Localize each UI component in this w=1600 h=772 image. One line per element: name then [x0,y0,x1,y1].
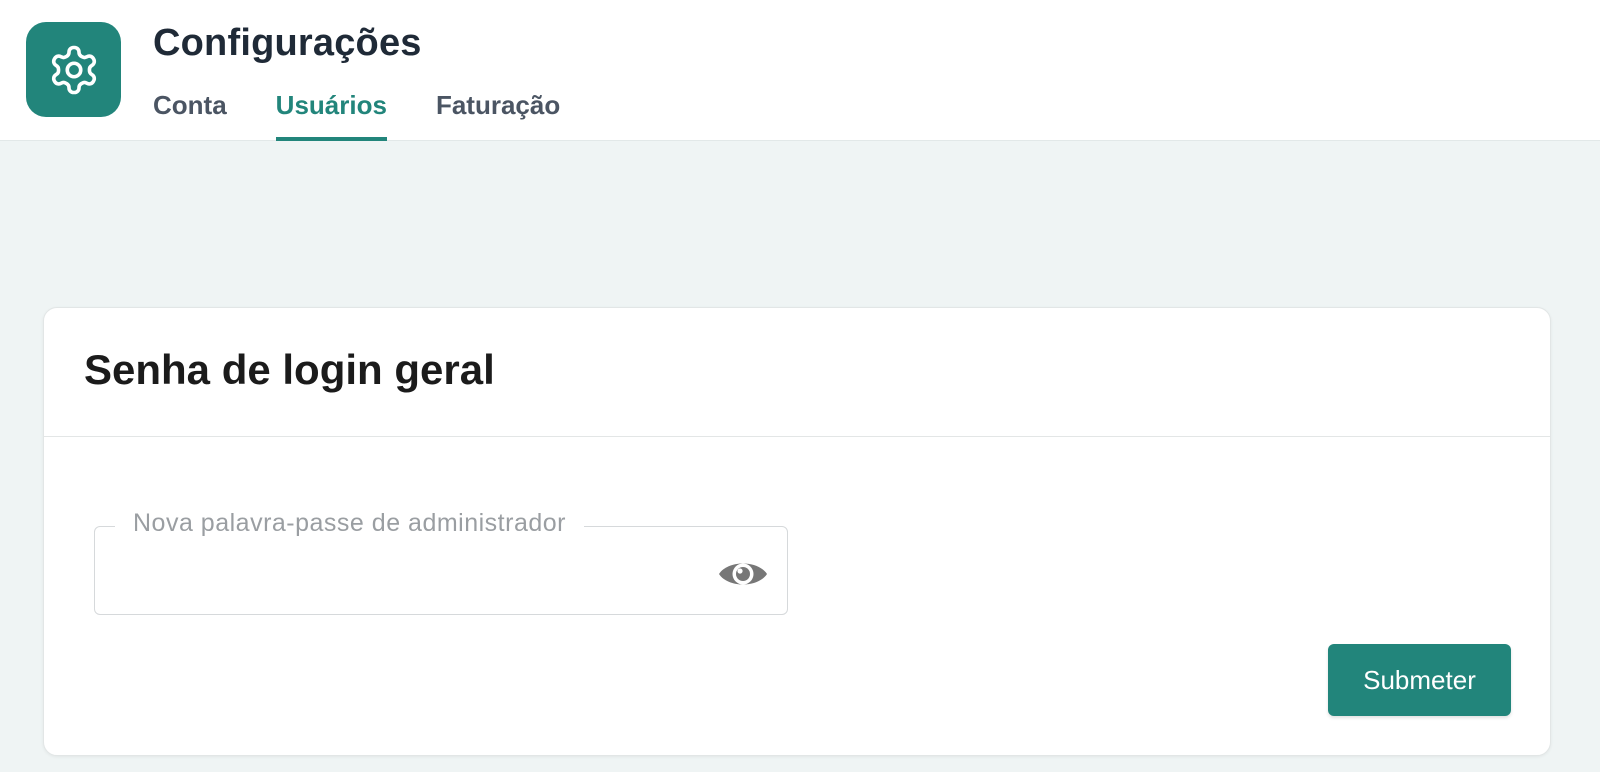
admin-password-field[interactable]: Nova palavra-passe de administrador [94,509,788,615]
tab-bar: Conta Usuários Faturação [153,88,609,141]
card-header: Senha de login geral [44,308,1550,437]
gear-icon [51,45,96,94]
eye-icon[interactable] [717,557,769,591]
tab-faturacao[interactable]: Faturação [436,88,560,141]
tab-conta[interactable]: Conta [153,88,227,141]
card-title: Senha de login geral [84,346,495,393]
login-password-card: Senha de login geral Nova palavra-passe … [43,307,1551,756]
settings-app-icon [26,22,121,117]
tab-usuarios[interactable]: Usuários [275,88,388,141]
admin-password-input[interactable] [115,555,675,595]
top-header: Configurações Conta Usuários Faturação [0,0,1600,141]
admin-password-label: Nova palavra-passe de administrador [115,509,584,538]
submit-button[interactable]: Submeter [1328,644,1511,716]
page-title: Configurações [153,22,422,64]
